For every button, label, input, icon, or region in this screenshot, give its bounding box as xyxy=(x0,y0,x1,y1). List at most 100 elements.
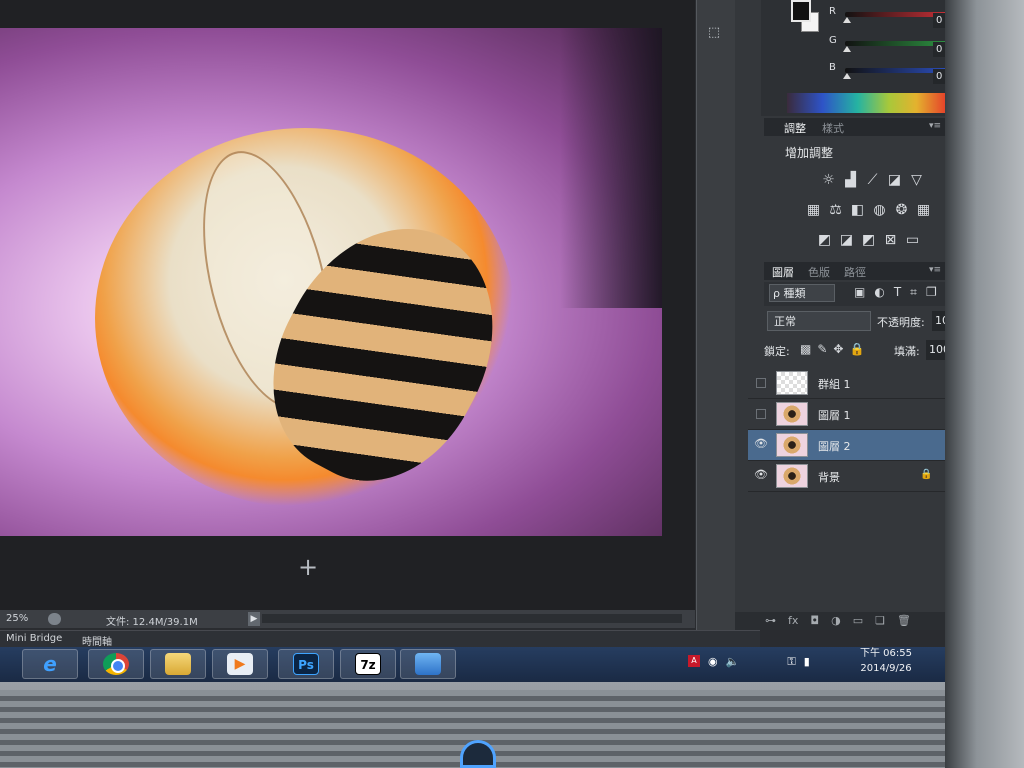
color-lookup-icon[interactable]: ▦ xyxy=(915,202,932,232)
volume-icon[interactable]: 🔈 xyxy=(726,655,740,669)
selective-color-icon[interactable]: ⊠ xyxy=(882,232,899,262)
smart-object-filter-icon[interactable]: ❐ xyxy=(926,285,937,300)
tab-paths[interactable]: 路徑 xyxy=(844,264,866,280)
color-spectrum-bar[interactable] xyxy=(787,93,945,113)
pixel-filter-icon[interactable]: ▣ xyxy=(854,285,865,300)
lock-move-icon[interactable]: ✥ xyxy=(833,342,843,356)
channel-value-g[interactable]: 0 xyxy=(933,42,945,57)
foreground-color-swatch[interactable] xyxy=(791,0,811,22)
taskbar-clock[interactable]: 下午 06:55 2014/9/26 xyxy=(860,646,912,676)
crosshair-cursor-icon: + xyxy=(298,553,319,581)
fx-icon[interactable]: fx xyxy=(788,614,798,627)
channel-slider-g[interactable] xyxy=(845,41,945,46)
adjustment-filter-icon[interactable]: ◐ xyxy=(874,285,884,300)
new-layer-icon[interactable]: ❏ xyxy=(875,614,885,627)
threshold-icon[interactable]: ◩ xyxy=(860,232,877,262)
power-button[interactable] xyxy=(460,740,496,768)
clock-time: 下午 06:55 xyxy=(860,648,912,659)
taskbar-app-folder[interactable] xyxy=(150,649,206,679)
layer-name[interactable]: 圖層 1 xyxy=(818,407,851,423)
channel-value-b[interactable]: 0 xyxy=(933,69,945,84)
layer-name[interactable]: 背景 xyxy=(818,469,840,485)
photo-filter-icon[interactable]: ◍ xyxy=(871,202,888,232)
taskbar-app-photos[interactable] xyxy=(400,649,456,679)
monitor-bezel-right xyxy=(945,0,1024,768)
curves-icon[interactable]: ⟋ xyxy=(864,172,881,202)
status-menu-arrow-icon[interactable]: ▶ xyxy=(248,612,260,626)
triangle-icon[interactable]: ▽ xyxy=(908,172,925,202)
layers-panel-footer: ⊶ fx ◘ ◑ ▭ ❏ 🗑 xyxy=(735,612,945,630)
image-canvas[interactable] xyxy=(0,28,662,536)
posterize-icon[interactable]: ◪ xyxy=(838,232,855,262)
adobe-tray-icon[interactable]: A xyxy=(688,655,700,667)
zoom-level[interactable]: 25% xyxy=(6,613,28,624)
channel-thumb-r[interactable] xyxy=(843,17,851,23)
taskbar-app-ie[interactable]: e xyxy=(22,649,78,679)
visibility-eye-icon[interactable] xyxy=(756,409,766,419)
opacity-label: 不透明度: xyxy=(877,316,925,329)
layer-row[interactable]: 圖層 1 xyxy=(748,399,945,430)
channel-slider-r[interactable] xyxy=(845,12,945,17)
lock-all-icon[interactable]: 🔒 xyxy=(849,342,864,356)
security-icon[interactable]: ⚿ xyxy=(787,655,795,669)
type-filter-icon[interactable]: T xyxy=(894,285,901,300)
exposure-icon[interactable]: ◪ xyxy=(886,172,903,202)
lock-paint-icon[interactable]: ✎ xyxy=(817,342,827,356)
channel-slider-b[interactable] xyxy=(845,68,945,73)
tab-timeline[interactable]: 時間軸 xyxy=(78,633,116,648)
lock-transparency-icon[interactable]: ▩ xyxy=(800,342,811,356)
layers-panel-menu-icon[interactable]: ▾≡ xyxy=(929,265,941,275)
taskbar-app-chrome[interactable] xyxy=(88,649,144,679)
panel-menu-icon[interactable]: ▾≡ xyxy=(929,121,941,131)
levels-icon[interactable]: ▟ xyxy=(842,172,859,202)
shape-filter-icon[interactable]: ⌗ xyxy=(910,285,917,300)
ie-icon: e xyxy=(43,652,57,676)
photos-icon xyxy=(415,653,441,675)
tab-layers[interactable]: 圖層 xyxy=(772,264,794,280)
layer-name[interactable]: 群組 1 xyxy=(818,376,851,392)
tab-mini-bridge[interactable]: Mini Bridge xyxy=(2,633,66,644)
channel-value-r[interactable]: 0 xyxy=(933,13,945,28)
adjustment-icon[interactable]: ◑ xyxy=(831,614,841,627)
brightness-icon[interactable]: ☼ xyxy=(820,172,837,202)
invert-icon[interactable]: ◩ xyxy=(816,232,833,262)
channel-thumb-g[interactable] xyxy=(843,46,851,52)
status-bar: 25% 文件: 12.4M/39.1M ▶ xyxy=(0,610,695,628)
blend-mode-select[interactable]: 正常 xyxy=(767,311,871,331)
channel-mixer-icon[interactable]: ❂ xyxy=(893,202,910,232)
visibility-eye-icon[interactable]: 👁 xyxy=(754,438,768,450)
layer-kind-filter[interactable]: ρ 種類 xyxy=(769,284,835,302)
mask-icon[interactable]: ◘ xyxy=(810,614,819,627)
color-balance-icon[interactable]: ⚖ xyxy=(827,202,844,232)
vibrance-icon[interactable]: ▦ xyxy=(805,202,822,232)
tab-channels[interactable]: 色版 xyxy=(808,264,830,280)
tab-adjustments[interactable]: 調整 xyxy=(784,120,806,136)
zoom-icon xyxy=(48,613,61,625)
tab-styles[interactable]: 樣式 xyxy=(822,120,844,136)
visibility-eye-icon[interactable] xyxy=(756,378,766,388)
bw-icon[interactable]: ◧ xyxy=(849,202,866,232)
fill-input[interactable]: 100% xyxy=(926,340,945,360)
link-icon[interactable]: ⊶ xyxy=(765,614,776,627)
power-tray-icon[interactable]: ▮ xyxy=(804,655,810,669)
channel-label-r: R xyxy=(829,6,836,17)
folder-icon[interactable]: ▭ xyxy=(853,614,863,627)
trash-icon[interactable]: 🗑 xyxy=(897,614,911,627)
layer-row[interactable]: 👁 背景 🔒 xyxy=(748,461,945,492)
taskbar-app-media[interactable]: ▶ xyxy=(212,649,268,679)
opacity-input[interactable]: 100% xyxy=(932,311,945,331)
network-icon[interactable]: ◉ xyxy=(708,655,718,669)
3d-cube-icon[interactable]: ⬚ xyxy=(707,26,721,40)
layer-row[interactable]: 群組 1 xyxy=(748,368,945,399)
taskbar-app-ps[interactable]: Ps xyxy=(278,649,334,679)
horizontal-scrollbar[interactable] xyxy=(262,614,682,623)
taskbar-app-sevenz[interactable]: 7z xyxy=(340,649,396,679)
visibility-eye-icon[interactable]: 👁 xyxy=(754,469,768,481)
layer-name[interactable]: 圖層 2 xyxy=(818,438,851,454)
layer-row[interactable]: 👁 圖層 2 xyxy=(748,430,945,461)
channel-thumb-b[interactable] xyxy=(843,73,851,79)
add-adjustment-title: 增加調整 xyxy=(785,146,834,160)
gradient-map-icon[interactable]: ▭ xyxy=(904,232,921,262)
adjustment-icons: ☼ ▟ ⟋ ◪ ▽ ▦ ⚖ ◧ ◍ ❂ ▦ ◩ ◪ ◩ ⊠ ▭ xyxy=(787,172,945,262)
layer-thumbnail xyxy=(776,433,808,457)
